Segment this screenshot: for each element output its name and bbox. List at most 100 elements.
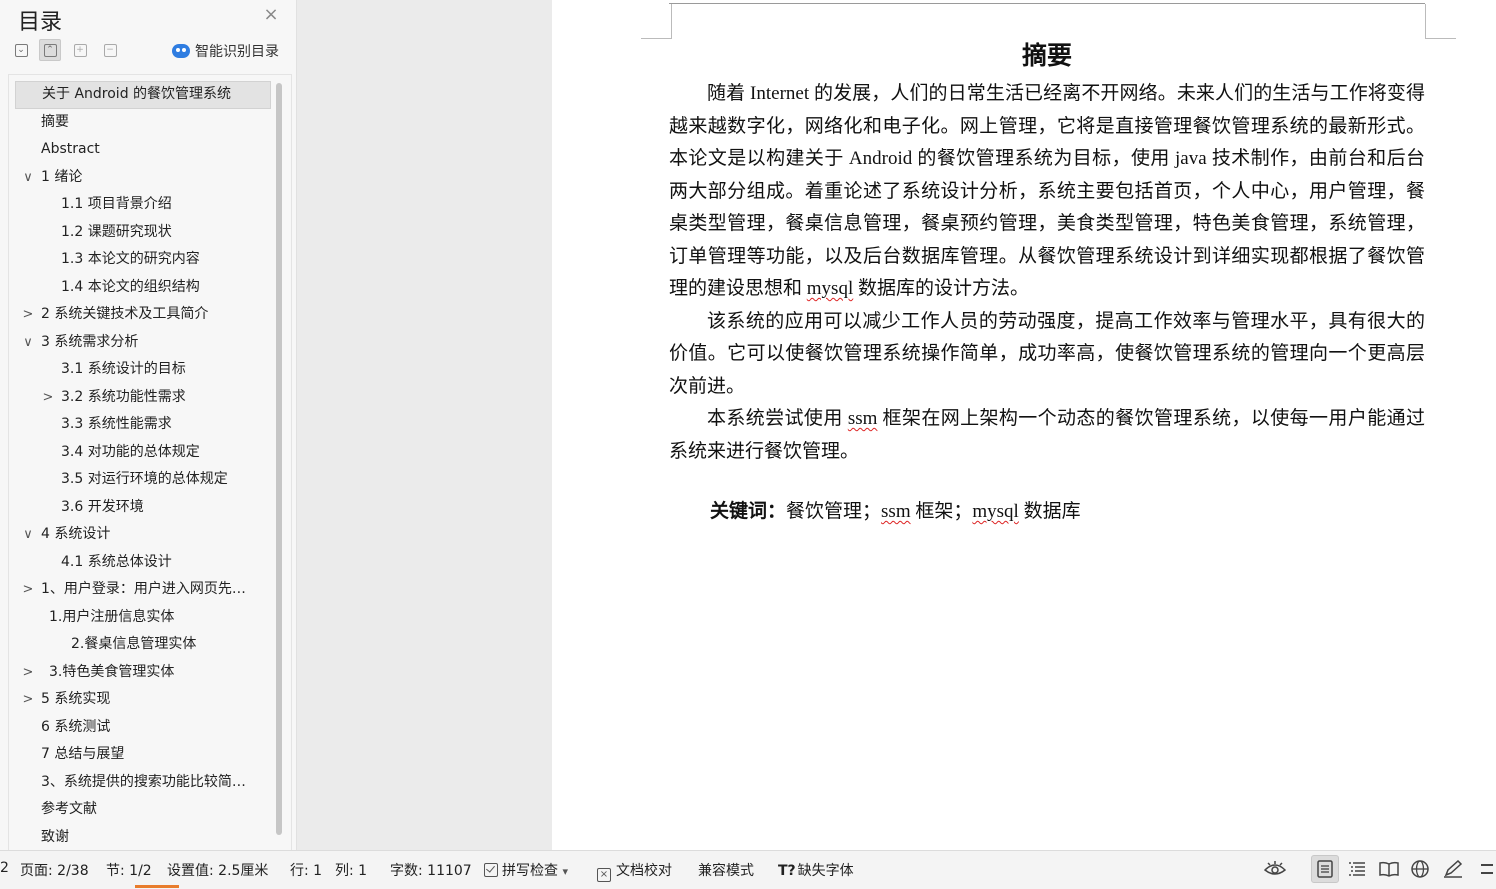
keywords-line: 关键词：餐饮管理；ssm 框架；mysql 数据库: [710, 496, 1081, 523]
spelling-flagged-word: ssm: [881, 501, 911, 522]
toc-item-label: 4 系统设计: [41, 526, 111, 542]
chevron-right-icon[interactable]: >: [21, 301, 35, 328]
toc-item-label: 4.1 系统总体设计: [61, 553, 172, 570]
smart-toc-icon: [172, 44, 190, 58]
toc-item[interactable]: 7 总结与展望: [15, 741, 271, 769]
compat-mode-label: 兼容模式: [698, 863, 754, 879]
toc-item[interactable]: 3.6 开发环境: [15, 494, 271, 522]
toc-item-label: 关于 Android 的餐饮管理系统: [42, 86, 232, 102]
chevron-down-icon[interactable]: ∨: [21, 521, 35, 548]
proofread-icon: ×: [597, 868, 611, 882]
spelling-flagged-word: mysql: [972, 501, 1019, 522]
chevron-down-icon[interactable]: ∨: [21, 329, 35, 356]
toc-item-label: 2.餐桌信息管理实体: [71, 636, 197, 652]
add-heading-icon[interactable]: +: [69, 39, 91, 61]
collapse-all-icon[interactable]: ⌃: [39, 39, 61, 61]
toc-item[interactable]: >1、用户登录：用户进入网页先…: [15, 576, 271, 604]
toc-item[interactable]: Abstract: [15, 136, 271, 164]
toc-item[interactable]: >2 系统关键技术及工具简介: [15, 301, 271, 329]
chevron-right-icon[interactable]: >: [41, 384, 55, 411]
toc-item[interactable]: 3.5 对运行环境的总体规定: [15, 466, 271, 494]
chevron-right-icon[interactable]: >: [21, 686, 35, 713]
toc-scrollbar[interactable]: [276, 83, 282, 835]
toc-item[interactable]: 3.4 对功能的总体规定: [15, 439, 271, 467]
toc-item[interactable]: ∨ 3 系统需求分析: [15, 329, 271, 357]
toc-item[interactable]: 4.1 系统总体设计: [15, 549, 271, 577]
toc-item[interactable]: 6 系统测试: [15, 714, 271, 742]
document-page[interactable]: 摘要 随着 Internet 的发展，人们的日常生活已经离不开网络。未来人们的生…: [552, 0, 1496, 850]
toc-item[interactable]: ∨ 1 绪论: [15, 164, 271, 192]
toc-item-label: 1.1 项目背景介绍: [61, 196, 172, 212]
toc-item[interactable]: >5 系统实现: [15, 686, 271, 714]
toc-item[interactable]: 关于 Android 的餐饮管理系统: [15, 81, 271, 109]
toc-item-label: 3.4 对功能的总体规定: [61, 443, 200, 460]
toc-item[interactable]: 2.餐桌信息管理实体: [15, 631, 271, 659]
spelling-flagged-word: ssm: [847, 408, 878, 429]
outline-view-icon[interactable]: [1343, 855, 1371, 883]
document-heading: 摘要: [1021, 41, 1072, 70]
toc-item-label: 参考文献: [41, 801, 97, 817]
smart-toc-button[interactable]: 智能识别目录: [172, 41, 279, 61]
eye-icon[interactable]: [1261, 855, 1289, 883]
chevron-right-icon[interactable]: >: [21, 659, 35, 686]
status-section[interactable]: 节: 1/2: [106, 860, 152, 880]
web-view-icon[interactable]: [1406, 855, 1434, 883]
toc-item-label: 7 总结与展望: [41, 746, 125, 762]
reading-view-icon[interactable]: [1375, 855, 1403, 883]
toc-item[interactable]: ∨ 4 系统设计: [15, 521, 271, 549]
document-body[interactable]: 随着 Internet 的发展，人们的日常生活已经离不开网络。未来人们的生活与工…: [669, 78, 1425, 468]
toc-item-label: 3 系统需求分析: [41, 333, 139, 350]
settings-icon[interactable]: [1478, 855, 1496, 883]
toc-item[interactable]: 3.1 系统设计的目标: [15, 356, 271, 384]
expand-all-icon[interactable]: ⌄: [10, 39, 32, 61]
status-col: 列: 1: [335, 863, 368, 879]
margin-corner-right: [1425, 4, 1456, 39]
pen-icon[interactable]: [1439, 855, 1467, 883]
toc-item-label: 6 系统测试: [41, 718, 111, 735]
toc-item[interactable]: 1.4 本论文的组织结构: [15, 274, 271, 302]
text-run: 数据库: [1018, 501, 1081, 522]
status-setting[interactable]: 设置值: 2.5厘米: [167, 860, 268, 880]
proofread-button[interactable]: × 文档校对: [597, 860, 672, 882]
toc-item[interactable]: 1.用户注册信息实体: [15, 604, 271, 632]
toc-item[interactable]: 1.1 项目背景介绍: [15, 191, 271, 219]
toc-item-label: 1、用户登录：用户进入网页先…: [41, 581, 246, 597]
toc-list: 关于 Android 的餐饮管理系统摘要 Abstract ∨ 1 绪论 1.1 项目背…: [15, 81, 271, 851]
missing-font-button[interactable]: T? 缺失字体: [778, 860, 854, 880]
page-top-rule: [669, 3, 1425, 4]
toc-item[interactable]: 参考文献: [15, 796, 271, 824]
status-word-count[interactable]: 字数: 11107: [390, 860, 472, 880]
missing-font-label: 缺失字体: [797, 863, 854, 879]
margin-corner-left: [641, 4, 672, 39]
close-icon[interactable]: ×: [262, 6, 280, 24]
paragraph-2: 该系统的应用可以减少工作人员的劳动强度，提高工作效率与管理水平，具有很大的价值。…: [669, 310, 1425, 397]
document-area: 摘要 随着 Internet 的发展，人们的日常生活已经离不开网络。未来人们的生…: [297, 0, 1496, 850]
keywords-values: 餐饮管理；ssm 框架；mysql 数据库: [786, 501, 1081, 522]
proofread-label: 文档校对: [616, 863, 672, 879]
smart-toc-label: 智能识别目录: [195, 44, 279, 60]
spell-check-label: 拼写检查: [502, 863, 558, 879]
toc-item[interactable]: 致谢: [15, 824, 271, 852]
status-bar: 2 页面: 2/38 节: 1/2 设置值: 2.5厘米 行: 1 列: 1 字…: [0, 850, 1496, 889]
status-cut-text: 2: [0, 860, 9, 876]
chevron-right-icon[interactable]: >: [21, 576, 35, 603]
toc-item-label: 3.1 系统设计的目标: [61, 361, 186, 377]
page-view-icon[interactable]: [1311, 855, 1339, 883]
spelling-flagged-word: mysql: [806, 278, 854, 299]
missing-font-icon: T?: [778, 863, 796, 879]
toc-item[interactable]: 3、系统提供的搜索功能比较简…: [15, 769, 271, 797]
toc-item[interactable]: 3.3 系统性能需求: [15, 411, 271, 439]
toc-item[interactable]: 1.3 本论文的研究内容: [15, 246, 271, 274]
toc-item[interactable]: >3.特色美食管理实体: [15, 659, 271, 687]
toc-item-label: 1.3 本论文的研究内容: [61, 251, 200, 267]
text-run: 餐饮管理；: [786, 501, 882, 522]
spell-check-dropdown-icon[interactable]: ▾: [562, 865, 568, 878]
toc-item[interactable]: 摘要: [15, 109, 271, 137]
remove-heading-icon[interactable]: −: [99, 39, 121, 61]
status-page[interactable]: 页面: 2/38: [20, 860, 89, 880]
toc-item[interactable]: 1.2 课题研究现状: [15, 219, 271, 247]
spell-check-button[interactable]: 拼写检查 ▾: [484, 860, 568, 880]
toc-item-label: 致谢: [41, 828, 69, 845]
chevron-down-icon[interactable]: ∨: [21, 164, 35, 191]
toc-item[interactable]: >3.2 系统功能性需求: [15, 384, 271, 412]
